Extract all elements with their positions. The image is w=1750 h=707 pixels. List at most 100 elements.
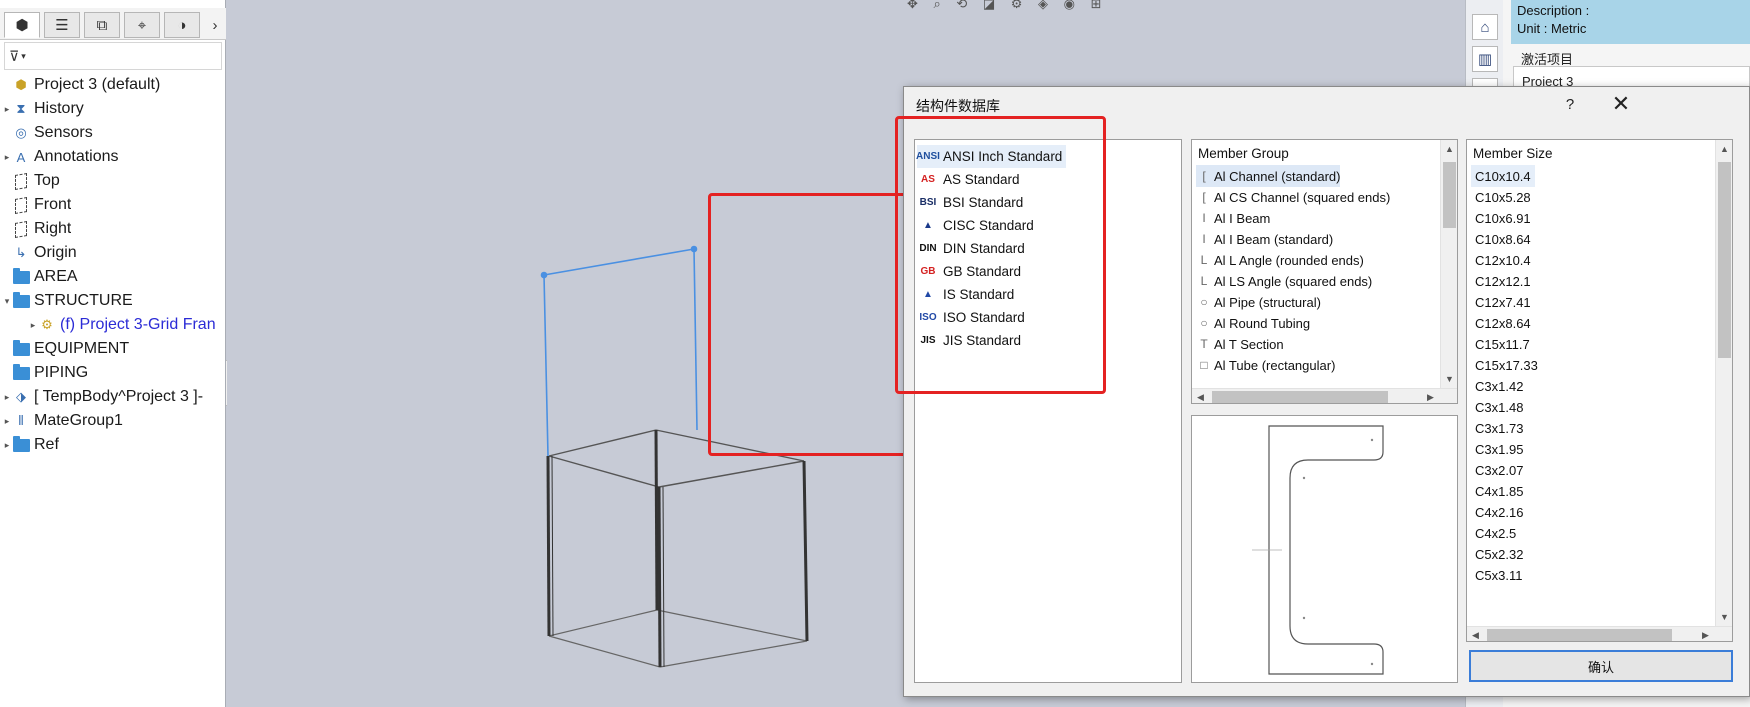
sketch-lines — [540, 245, 698, 457]
tree-item-label: EQUIPMENT — [34, 340, 130, 357]
configuration-manager-tab[interactable]: ⧉ — [84, 12, 120, 38]
member-group-hscroll[interactable]: ◀ ▶ — [1192, 388, 1457, 403]
confirm-button[interactable]: 确认 — [1469, 650, 1733, 682]
properties-box: Description : Unit : Metric — [1511, 0, 1750, 44]
scroll-thumb[interactable] — [1443, 162, 1456, 228]
folder-icon — [12, 291, 30, 309]
member-size-item[interactable]: C3x1.73 — [1471, 417, 1527, 439]
expand-arrow-icon[interactable]: ▸ — [2, 104, 12, 115]
member-size-item[interactable]: C3x1.48 — [1471, 396, 1527, 418]
member-group-item[interactable]: L Al L Angle (rounded ends) — [1196, 249, 1364, 271]
scroll-up-icon[interactable]: ▲ — [1716, 140, 1732, 157]
member-size-item[interactable]: C12x7.41 — [1471, 291, 1535, 313]
member-size-item[interactable]: C3x1.95 — [1471, 438, 1527, 460]
expand-arrow-icon[interactable]: ▸ — [2, 152, 12, 163]
member-group-item[interactable]: I Al I Beam (standard) — [1196, 228, 1333, 250]
expand-arrow-icon[interactable]: ▸ — [28, 320, 38, 331]
feature-manager-tab[interactable]: ⬢ — [4, 12, 40, 38]
expand-arrow-icon[interactable]: ▾ — [2, 296, 12, 307]
tree-item-label: [ TempBody^Project 3 ]- — [34, 388, 204, 405]
origin-icon: ↳ — [15, 245, 27, 260]
scroll-down-icon[interactable]: ▼ — [1716, 608, 1732, 625]
tree-item[interactable]: EQUIPMENT — [0, 337, 226, 361]
member-group-item[interactable]: ○ Al Round Tubing — [1196, 312, 1310, 334]
member-size-item[interactable]: C12x8.64 — [1471, 312, 1535, 334]
member-group-item[interactable]: [Al CS Channel (squared ends) — [1196, 186, 1390, 208]
member-size-item[interactable]: C10x8.64 — [1471, 228, 1535, 250]
tree-item[interactable]: ▸ ⧗ History — [0, 97, 226, 121]
tree-item[interactable]: ▸ A Annotations — [0, 145, 226, 169]
scroll-thumb[interactable] — [1487, 629, 1672, 641]
scroll-right-icon[interactable]: ▶ — [1697, 627, 1714, 641]
more-tabs-icon[interactable]: › — [206, 12, 224, 38]
filter-box[interactable]: ⊽ ▾ — [4, 42, 222, 70]
scroll-thumb[interactable] — [1212, 391, 1388, 403]
filter-icon[interactable]: ⊽ — [9, 48, 19, 65]
tree-item-label: PIPING — [34, 364, 89, 381]
member-group-header: Member Group — [1198, 146, 1289, 161]
member-size-vscroll[interactable]: ▲ ▼ — [1715, 140, 1732, 626]
tree-item[interactable]: ▸ ⬗ [ TempBody^Project 3 ]- — [0, 385, 226, 409]
scroll-left-icon[interactable]: ◀ — [1192, 389, 1209, 403]
tree-item[interactable]: ◎ Sensors — [0, 121, 226, 145]
member-group-list[interactable]: Member Group [Al Channel (standard) [Al C… — [1191, 139, 1458, 404]
member-group-item[interactable]: [Al Channel (standard) — [1196, 165, 1341, 187]
member-group-item[interactable]: I Al I Beam — [1196, 207, 1270, 229]
profile-shape-icon: I — [1202, 211, 1206, 225]
tree-item[interactable]: ▸ ⫴ MateGroup1 — [0, 409, 226, 433]
tree-item[interactable]: ▸ ⚙ (f) Project 3-Grid Fran — [0, 313, 226, 337]
member-size-item[interactable]: C12x10.4 — [1471, 249, 1535, 271]
plane-icon — [12, 220, 30, 238]
member-group-item[interactable]: □ Al Tube (rectangular) — [1196, 354, 1335, 376]
member-size-item[interactable]: C5x3.11 — [1471, 564, 1526, 586]
close-button[interactable]: ✕ — [1598, 89, 1644, 119]
tree-item[interactable]: Right — [0, 217, 226, 241]
member-size-item[interactable]: C5x2.32 — [1471, 543, 1527, 565]
help-button[interactable]: ? — [1550, 89, 1590, 119]
dimxpert-manager-tab[interactable]: ⌖ — [124, 12, 160, 38]
member-group-vscroll[interactable]: ▲ ▼ — [1440, 140, 1457, 388]
profile-shape-icon: I — [1202, 232, 1206, 246]
member-group-item[interactable]: T Al T Section — [1196, 333, 1283, 355]
member-size-item[interactable]: C10x10.4 — [1471, 165, 1535, 187]
scroll-up-icon[interactable]: ▲ — [1441, 140, 1457, 157]
member-size-list[interactable]: Member Size C10x10.4 C10x5.28 C10x6.91 C10x… — [1466, 139, 1733, 642]
member-size-item[interactable]: C4x2.16 — [1471, 501, 1527, 523]
member-size-item[interactable]: C15x17.33 — [1471, 354, 1542, 376]
panel-tab-strip: ⬢ ☰ ⧉ ⌖ ◑ › — [0, 8, 226, 40]
member-size-item[interactable]: C10x5.28 — [1471, 186, 1535, 208]
scroll-down-icon[interactable]: ▼ — [1441, 370, 1457, 387]
member-group-item[interactable]: L Al LS Angle (squared ends) — [1196, 270, 1373, 292]
member-size-hscroll[interactable]: ◀ ▶ — [1467, 626, 1732, 641]
member-size-item[interactable]: C3x2.07 — [1471, 459, 1527, 481]
member-group-item[interactable]: ○ Al Pipe (structural) — [1196, 291, 1321, 313]
tree-item[interactable]: ▾ STRUCTURE — [0, 289, 226, 313]
scroll-left-icon[interactable]: ◀ — [1467, 627, 1484, 641]
tree-item[interactable]: ⬢ Project 3 (default) — [0, 73, 226, 97]
expand-arrow-icon[interactable]: ▸ — [2, 416, 12, 427]
scroll-right-icon[interactable]: ▶ — [1422, 389, 1439, 403]
design-library-icon[interactable]: ▥ — [1472, 46, 1498, 72]
member-size-item[interactable]: C10x6.91 — [1471, 207, 1535, 229]
profile-shape-icon: ○ — [1200, 295, 1208, 309]
expand-arrow-icon[interactable]: ▸ — [2, 392, 12, 403]
tree-item[interactable]: Front — [0, 193, 226, 217]
tree-item[interactable]: ↳ Origin — [0, 241, 226, 265]
tree-item[interactable]: Top — [0, 169, 226, 193]
profile-shape-icon: [ — [1202, 169, 1206, 183]
tree-item[interactable]: AREA — [0, 265, 226, 289]
display-manager-tab[interactable]: ◑ — [164, 12, 200, 38]
member-size-item[interactable]: C4x1.85 — [1471, 480, 1527, 502]
home-icon[interactable]: ⌂ — [1472, 14, 1498, 40]
tree-item[interactable]: PIPING — [0, 361, 226, 385]
member-size-item[interactable]: C15x11.7 — [1471, 333, 1534, 355]
member-size-item[interactable]: C4x2.5 — [1471, 522, 1520, 544]
member-size-item[interactable]: C12x12.1 — [1471, 270, 1535, 292]
member-group-label: Al LS Angle (squared ends) — [1214, 273, 1373, 289]
expand-arrow-icon[interactable]: ▸ — [2, 440, 12, 451]
scroll-thumb[interactable] — [1718, 162, 1731, 358]
tree-item-label: Ref — [34, 436, 59, 453]
member-size-item[interactable]: C3x1.42 — [1471, 375, 1527, 397]
tree-item[interactable]: ▸ Ref — [0, 433, 226, 457]
property-manager-tab[interactable]: ☰ — [44, 12, 80, 38]
